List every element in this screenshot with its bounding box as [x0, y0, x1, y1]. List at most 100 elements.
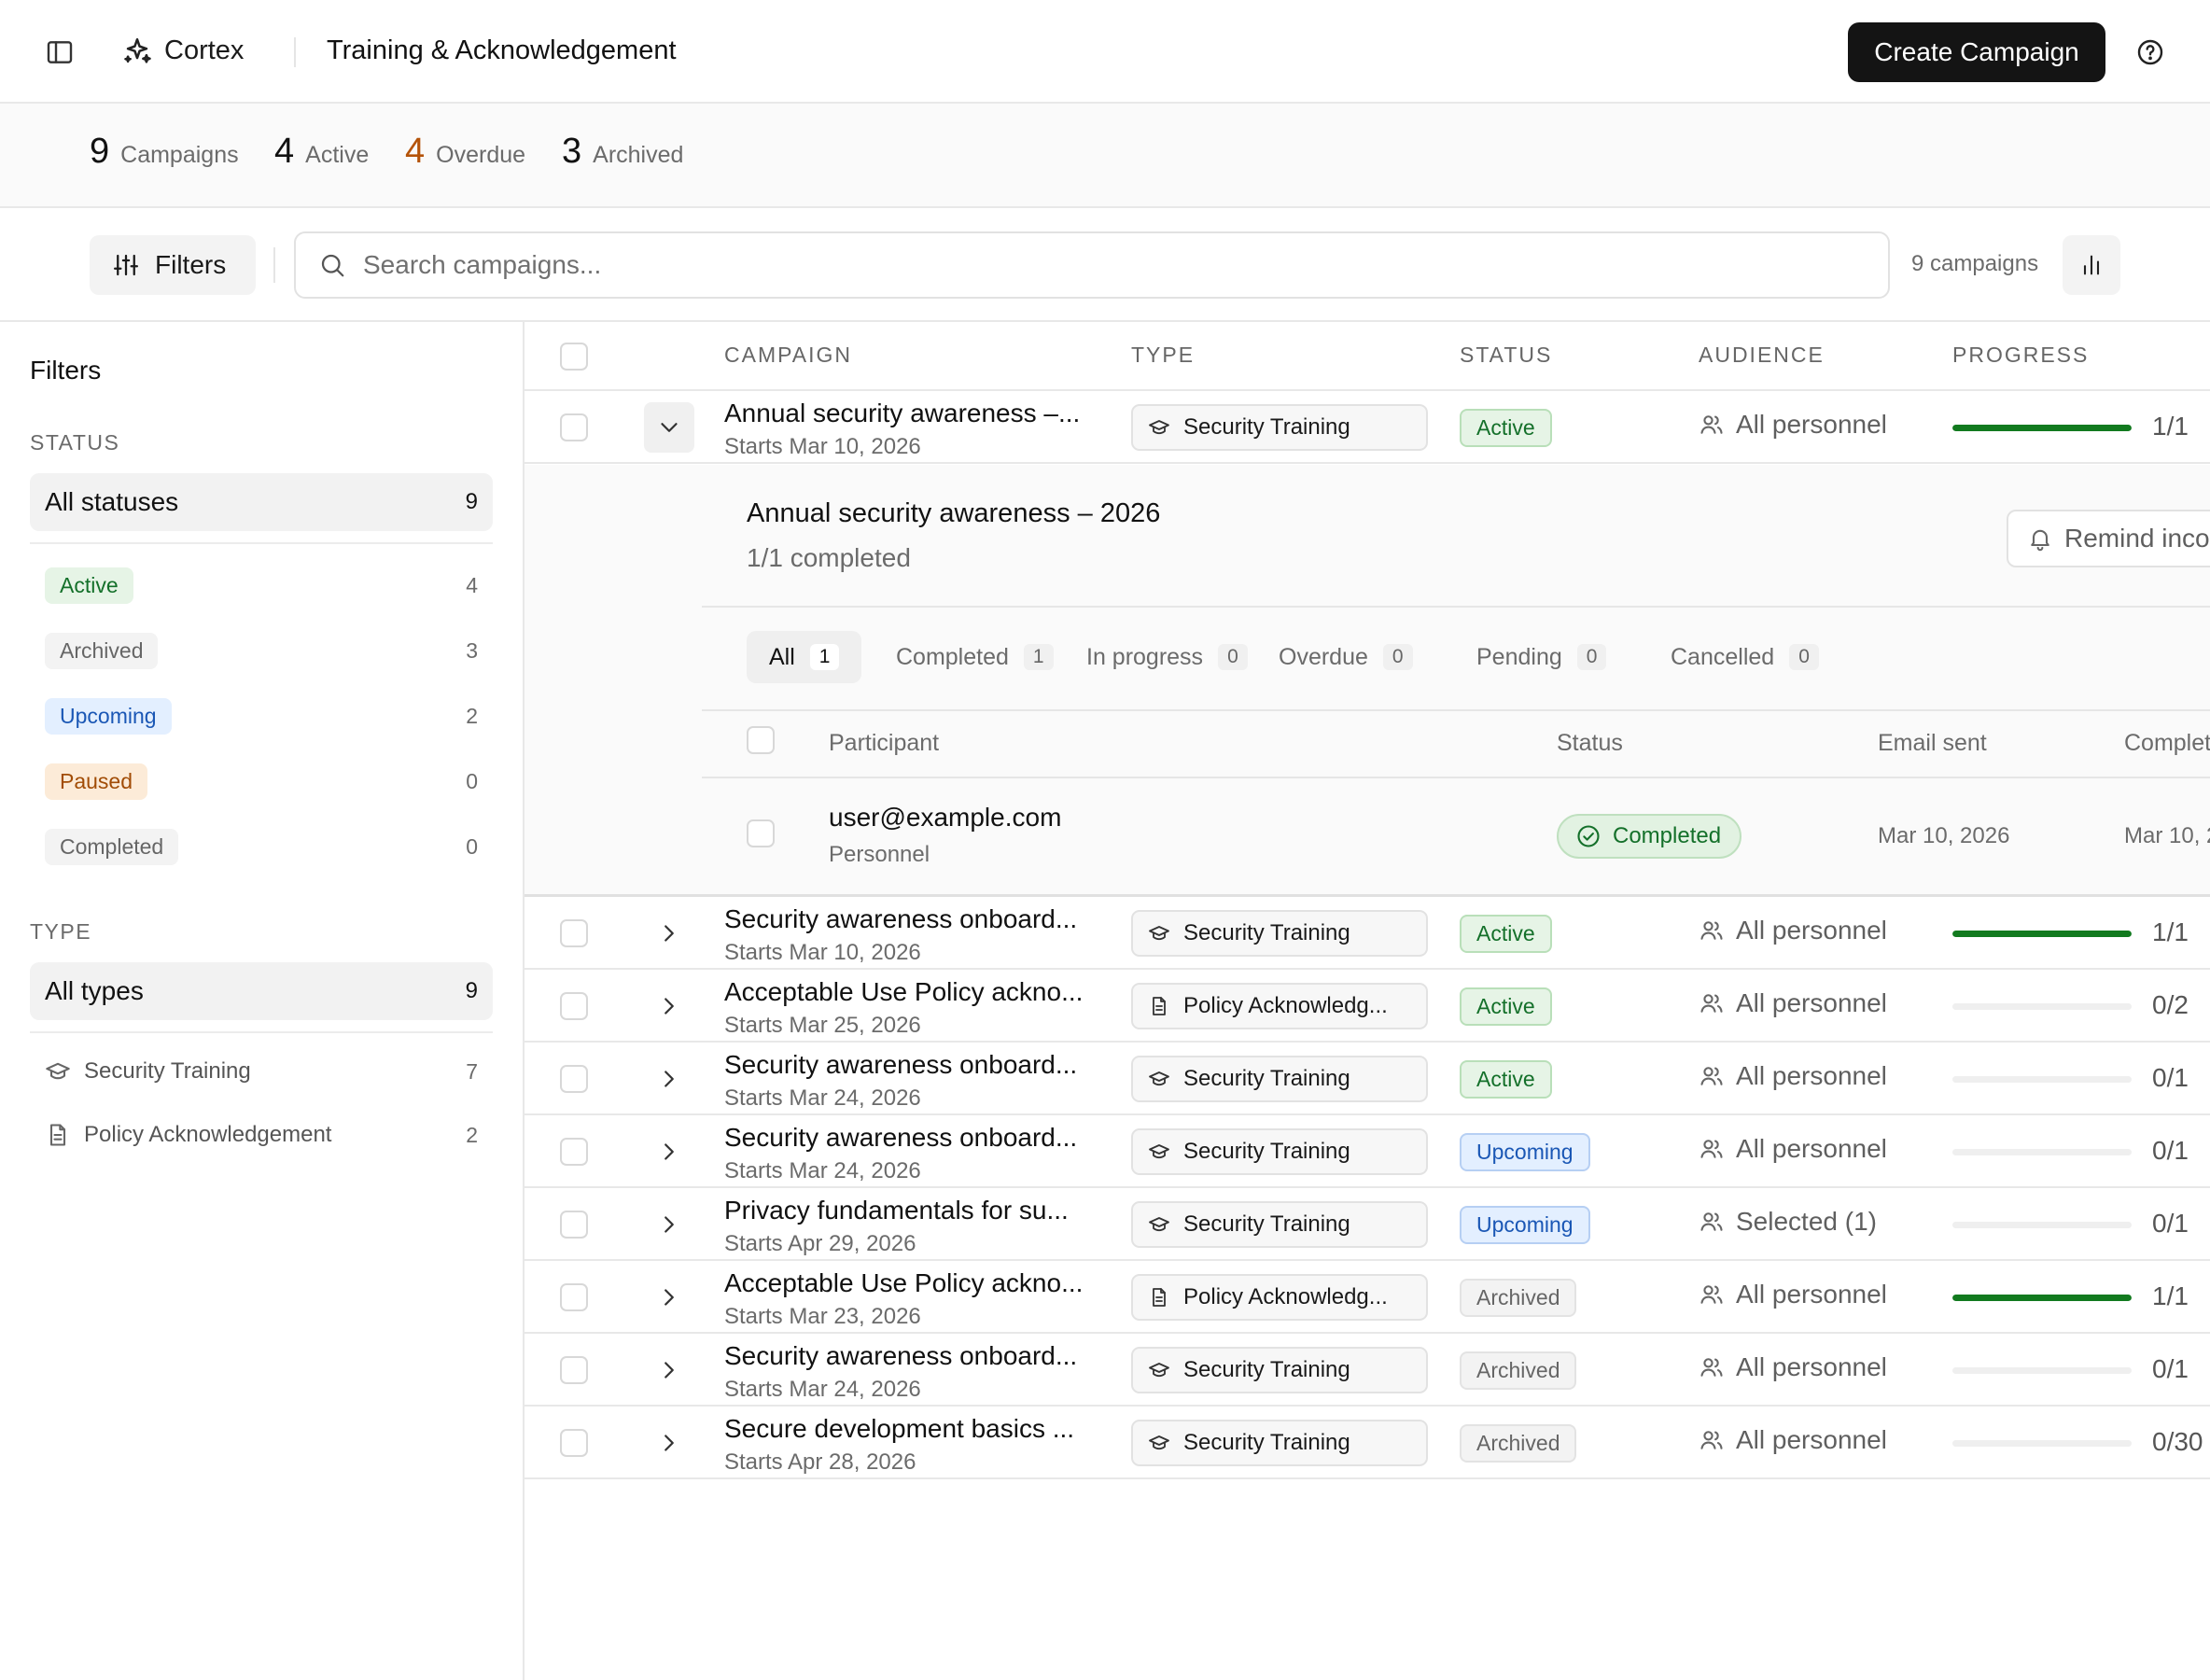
- progress-bar: [1952, 1222, 2132, 1228]
- search-icon: [318, 251, 346, 279]
- campaign-name[interactable]: Annual security awareness –...: [724, 399, 1080, 428]
- row-checkbox[interactable]: [560, 1065, 588, 1093]
- create-campaign-button[interactable]: Create Campaign: [1848, 22, 2105, 82]
- campaign-name[interactable]: Privacy fundamentals for su...: [724, 1196, 1069, 1225]
- row-checkbox[interactable]: [560, 1211, 588, 1239]
- stat-value: 3: [562, 132, 582, 171]
- filter-status-upcoming[interactable]: Upcoming 2: [30, 693, 493, 739]
- chevron-right-icon[interactable]: [655, 1211, 683, 1239]
- column-participant[interactable]: Participant: [829, 730, 939, 757]
- chevron-right-icon[interactable]: [655, 1138, 683, 1166]
- campaign-type-chip: Security Training: [1131, 1128, 1428, 1175]
- app-name[interactable]: Cortex: [164, 35, 244, 66]
- campaign-name[interactable]: Secure development basics ...: [724, 1414, 1074, 1444]
- select-all-participants-checkbox[interactable]: [747, 726, 775, 754]
- row-checkbox[interactable]: [560, 1283, 588, 1311]
- row-checkbox[interactable]: [560, 1138, 588, 1166]
- tab-in-progress[interactable]: In progress 0: [1064, 631, 1270, 683]
- chevron-right-icon[interactable]: [655, 1065, 683, 1093]
- campaign-name[interactable]: Security awareness onboard...: [724, 1123, 1077, 1153]
- campaign-row[interactable]: Security awareness onboard... Starts Mar …: [525, 1334, 2210, 1407]
- filter-count: 7: [466, 1058, 478, 1084]
- column-type[interactable]: TYPE: [1131, 343, 1195, 368]
- campaign-row[interactable]: Security awareness onboard... Starts Mar …: [525, 1043, 2210, 1115]
- chevron-right-icon[interactable]: [655, 992, 683, 1020]
- status-badge: Paused: [45, 763, 148, 800]
- remind-incomplete-button[interactable]: Remind incomplete: [2007, 510, 2210, 567]
- row-checkbox[interactable]: [560, 1356, 588, 1384]
- column-campaign[interactable]: CAMPAIGN: [724, 343, 852, 368]
- row-checkbox[interactable]: [560, 992, 588, 1020]
- audience: All personnel: [1699, 1280, 1887, 1309]
- column-participant-status[interactable]: Status: [1557, 730, 1623, 757]
- campaign-start-date: Starts Mar 24, 2026: [724, 1085, 921, 1111]
- column-completed[interactable]: Completed: [2124, 730, 2210, 757]
- campaign-name[interactable]: Acceptable Use Policy ackno...: [724, 977, 1083, 1007]
- column-email-sent[interactable]: Email sent: [1878, 730, 1987, 757]
- campaign-name[interactable]: Security awareness onboard...: [724, 1050, 1077, 1080]
- tab-all[interactable]: All 1: [747, 631, 862, 683]
- participant-checkbox[interactable]: [747, 819, 775, 847]
- tab-label: In progress: [1086, 643, 1204, 670]
- type-label: Security Training: [1183, 1430, 1350, 1455]
- row-checkbox[interactable]: [560, 413, 588, 441]
- help-icon[interactable]: [2135, 37, 2165, 67]
- sidebar-toggle-icon[interactable]: [45, 37, 75, 67]
- campaign-row[interactable]: Privacy fundamentals for su... Starts Apr…: [525, 1188, 2210, 1261]
- tab-overdue[interactable]: Overdue 0: [1256, 631, 1435, 683]
- progress-label: 0/1: [2152, 1354, 2189, 1383]
- filter-status-active[interactable]: Active 4: [30, 562, 493, 609]
- audience-label: All personnel: [1736, 1425, 1887, 1454]
- users-icon: [1699, 1136, 1725, 1162]
- filters-button[interactable]: Filters: [90, 235, 256, 295]
- progress-label: 0/1: [2152, 1136, 2189, 1165]
- chevron-right-icon[interactable]: [655, 1283, 683, 1311]
- filter-status-archived[interactable]: Archived 3: [30, 627, 493, 674]
- search-box[interactable]: [294, 231, 1890, 299]
- campaign-row[interactable]: Secure development basics ... Starts Apr …: [525, 1407, 2210, 1479]
- chevron-right-icon[interactable]: [655, 1429, 683, 1457]
- campaign-name[interactable]: Acceptable Use Policy ackno...: [724, 1268, 1083, 1298]
- column-status[interactable]: STATUS: [1460, 343, 1552, 368]
- search-input[interactable]: [363, 250, 1763, 280]
- row-checkbox[interactable]: [560, 1429, 588, 1457]
- progress-fill: [1952, 931, 2132, 937]
- row-checkbox[interactable]: [560, 919, 588, 947]
- chevron-right-icon[interactable]: [655, 1356, 683, 1384]
- tab-cancelled[interactable]: Cancelled 0: [1648, 631, 1841, 683]
- tab-pending[interactable]: Pending 0: [1454, 631, 1629, 683]
- filter-status-paused[interactable]: Paused 0: [30, 758, 493, 805]
- campaign-name[interactable]: Security awareness onboard...: [724, 904, 1077, 934]
- filter-type-policy-acknowledgement[interactable]: Policy Acknowledgement 2: [30, 1112, 493, 1158]
- status-badge: Active: [1460, 1060, 1552, 1099]
- participant-email[interactable]: user@example.com: [829, 803, 1061, 833]
- column-audience[interactable]: AUDIENCE: [1699, 343, 1825, 368]
- status-badge: Archived: [45, 632, 159, 669]
- campaign-row[interactable]: Security awareness onboard... Starts Mar …: [525, 897, 2210, 970]
- stat-label: Active: [305, 142, 370, 168]
- status-heading: STATUS: [30, 430, 120, 455]
- filter-status-completed[interactable]: Completed 0: [30, 823, 493, 870]
- campaign-type-chip: Security Training: [1131, 910, 1428, 957]
- chevron-down-icon[interactable]: [655, 413, 683, 441]
- campaign-row[interactable]: Acceptable Use Policy ackno... Starts Mar…: [525, 970, 2210, 1043]
- chevron-right-icon[interactable]: [655, 919, 683, 947]
- progress-bar: [1952, 1076, 2132, 1083]
- filter-all-statuses[interactable]: All statuses 9: [30, 473, 493, 531]
- filter-all-types[interactable]: All types 9: [30, 962, 493, 1020]
- app-header: Cortex Training & Acknowledgement Create…: [0, 0, 2210, 104]
- chart-view-button[interactable]: [2063, 235, 2120, 295]
- status-badge: Active: [1460, 409, 1552, 447]
- tab-label: Completed: [896, 643, 1009, 670]
- campaign-name[interactable]: Security awareness onboard...: [724, 1341, 1077, 1371]
- type-label: Security Training: [1183, 1066, 1350, 1091]
- divider: [702, 606, 2210, 608]
- campaign-row[interactable]: Security awareness onboard... Starts Mar …: [525, 1115, 2210, 1188]
- tab-completed[interactable]: Completed 1: [874, 631, 1076, 683]
- filter-type-security-training[interactable]: Security Training 7: [30, 1048, 493, 1095]
- select-all-checkbox[interactable]: [560, 343, 588, 371]
- document-icon: [45, 1122, 71, 1148]
- column-progress[interactable]: PROGRESS: [1952, 343, 2089, 368]
- campaign-row[interactable]: Acceptable Use Policy ackno... Starts Mar…: [525, 1261, 2210, 1334]
- campaign-row[interactable]: Annual security awareness –... Starts Mar…: [525, 391, 2210, 464]
